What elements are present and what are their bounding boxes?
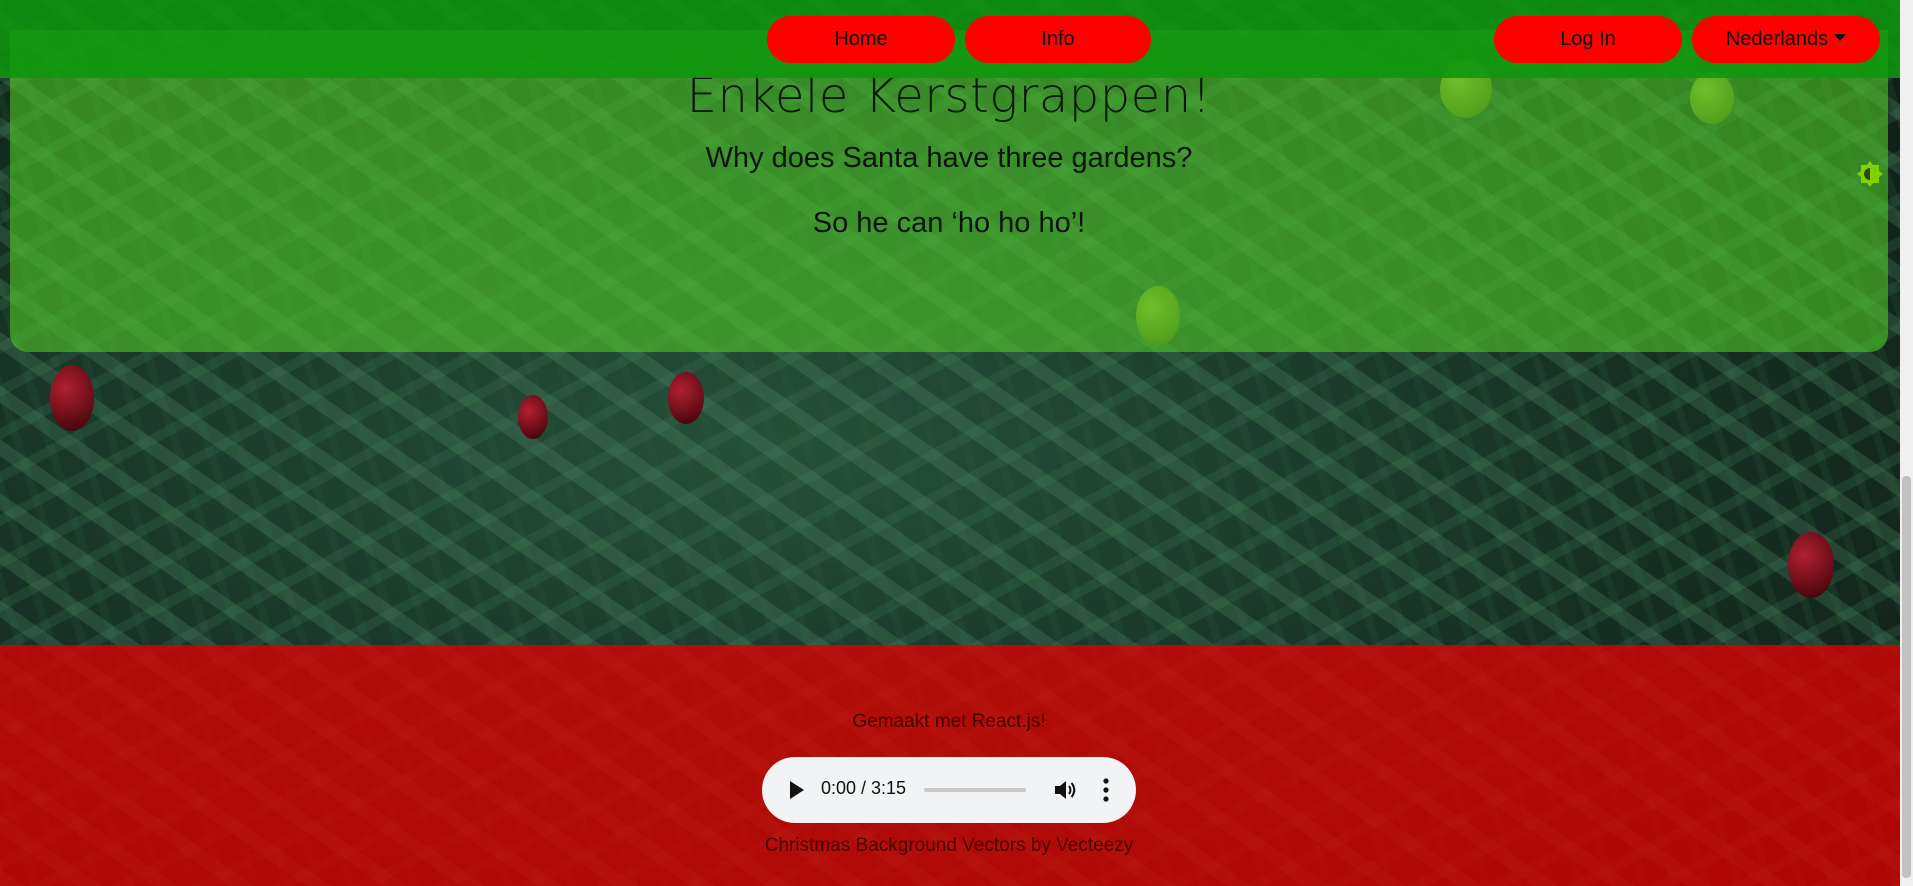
navbar: Home Info Log In Nederlands (0, 0, 1913, 78)
language-dropdown-label: Nederlands (1725, 28, 1829, 50)
theme-toggle[interactable] (1856, 160, 1884, 188)
audio-seek-bar[interactable] (924, 788, 1026, 792)
background-berry (50, 365, 94, 431)
brightness-icon (1857, 161, 1883, 187)
background-berry (668, 372, 704, 424)
scrollbar[interactable] (1900, 0, 1913, 886)
home-button-label: Home (834, 28, 888, 50)
info-button-label: Info (1041, 28, 1075, 50)
background-berry (518, 395, 548, 439)
volume-icon[interactable] (1053, 778, 1079, 802)
login-button-label: Log In (1560, 28, 1616, 50)
language-dropdown[interactable]: Nederlands (1692, 16, 1880, 63)
background-berry (1788, 532, 1834, 598)
joke-question: Why does Santa have three gardens? (705, 142, 1193, 174)
play-icon[interactable] (790, 781, 804, 799)
more-options-icon[interactable] (1102, 777, 1110, 803)
audio-time: 0:00 / 3:15 (821, 778, 907, 798)
caret-down-icon (1834, 34, 1847, 41)
audio-player: 0:00 / 3:15 (762, 757, 1136, 823)
home-button[interactable]: Home (767, 16, 955, 63)
login-button[interactable]: Log In (1494, 16, 1682, 63)
background-credit: Christmas Background Vectors by Vecteezy (764, 835, 1134, 856)
info-button[interactable]: Info (965, 16, 1151, 63)
made-with-text: Gemaakt met React.js! (852, 711, 1046, 732)
joke-answer: So he can ‘ho ho ho’! (812, 207, 1086, 239)
scrollbar-thumb[interactable] (1902, 476, 1911, 878)
